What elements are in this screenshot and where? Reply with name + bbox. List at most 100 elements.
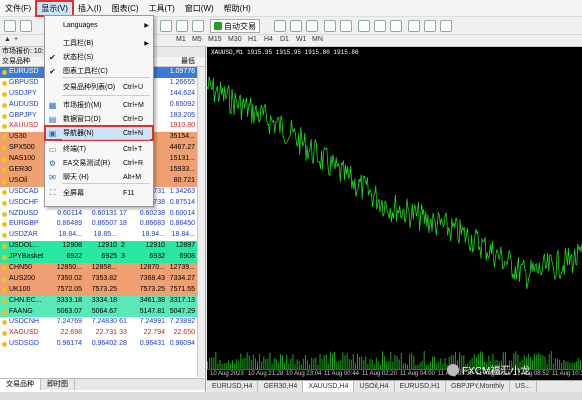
tester-icon: ⚙ xyxy=(48,158,57,168)
crosshair-tool-icon[interactable]: + xyxy=(14,36,18,43)
tile-icon[interactable] xyxy=(358,20,370,32)
volume-bar xyxy=(277,361,279,369)
market-watch-row[interactable]: CHN.EC... 3333.18 3334.18 3461.38 3317.13 xyxy=(0,295,205,307)
view-menu-item[interactable]: ✔ 图表工具栏(C) xyxy=(45,64,153,78)
market-watch-row[interactable]: EURGBP 0.86489 0.86507 18 0.86683 0.86450 xyxy=(0,219,205,230)
symbol-status-icon xyxy=(2,157,7,163)
cell-spread: 3 xyxy=(121,253,125,261)
cell-high: 12910 xyxy=(145,242,165,250)
view-menu-item[interactable]: ✔ 状态栏(S) xyxy=(45,50,153,64)
cell-bid: 5063.07 xyxy=(56,307,82,315)
time-axis-tick: 11 Aug 04:00 xyxy=(400,371,435,377)
tf-m15[interactable]: M15 xyxy=(208,36,222,43)
expert-icon[interactable] xyxy=(176,20,188,32)
bar-chart-icon[interactable] xyxy=(274,20,286,32)
volume-bar xyxy=(429,361,431,369)
symbol-name: USOil xyxy=(9,176,28,184)
menu-charts[interactable]: 图表(C) xyxy=(106,1,143,16)
cell-bid: 0.96174 xyxy=(56,340,82,348)
history-icon[interactable] xyxy=(192,20,204,32)
market-watch-row[interactable]: CHN50 12850... 12858... 12870... 12739... xyxy=(0,263,205,274)
view-menu-item[interactable]: 工具栏(B) ▶ xyxy=(45,36,153,50)
volume-bar xyxy=(396,356,398,369)
view-menu-item[interactable]: ▣ 导航器(N) Ctrl+N xyxy=(44,125,154,141)
folder-icon[interactable] xyxy=(160,20,172,32)
tf-h1[interactable]: H1 xyxy=(248,36,257,43)
symbol-name: CHN50 xyxy=(9,264,32,272)
menu-file[interactable]: 文件(F) xyxy=(0,1,36,16)
volume-bar xyxy=(238,360,240,369)
view-menu-item[interactable]: ▭ 终端(T) Ctrl+T xyxy=(45,142,153,156)
zoom-out-icon[interactable] xyxy=(340,20,352,32)
tf-m5[interactable]: M5 xyxy=(192,36,202,43)
tf-mn[interactable]: MN xyxy=(312,36,323,43)
market-watch-scrollbar[interactable] xyxy=(197,67,205,377)
periods-icon[interactable] xyxy=(424,20,436,32)
market-watch-row[interactable]: AUS200 7350.02 7353.82 7368.43 7334.27 xyxy=(0,273,205,285)
chart-tab[interactable]: USOil,H4 xyxy=(354,381,395,392)
new-order-icon[interactable] xyxy=(4,20,16,32)
indicators-icon[interactable] xyxy=(408,20,420,32)
tf-w1[interactable]: W1 xyxy=(296,36,307,43)
view-menu-item-label: 全屏幕 xyxy=(63,190,84,197)
tab-tick-chart[interactable]: 即时图 xyxy=(41,379,75,390)
market-watch-row[interactable]: XAGUSD 22.698 22.731 33 22.794 22.650 xyxy=(0,328,205,339)
zoom-in-icon[interactable] xyxy=(324,20,336,32)
cell-high: 12870... xyxy=(139,264,165,272)
view-menu-item[interactable]: ▤ 数据窗口(D) Ctrl+D xyxy=(45,112,153,126)
market-watch-row[interactable]: USDCNH 7.24769 7.24830 61 7.24991 7.23892 xyxy=(0,317,205,328)
price-chart[interactable]: XAUUSD,M1 1915.95 1915.95 1915.80 1915.8… xyxy=(207,47,582,380)
market-watch-row[interactable]: JPYBasket 6922 6925 3 6932 6908 xyxy=(0,252,205,264)
volume-bar xyxy=(565,361,567,369)
auto-trade-button[interactable]: 自动交易 xyxy=(210,19,260,33)
view-menu-item[interactable]: ⚙ EA交易测试(R) Ctrl+R xyxy=(45,156,153,170)
chart-tab[interactable]: US... xyxy=(510,381,537,392)
tf-m30[interactable]: M30 xyxy=(228,36,242,43)
view-menu-item[interactable]: ⛶ 全屏幕 F11 xyxy=(45,186,153,200)
auto-trade-icon xyxy=(214,22,222,30)
market-watch-row[interactable]: UK100 7572.05 7573.25 7573.25 7571.55 xyxy=(0,284,205,296)
market-watch-row[interactable]: USDZAR 18.84... 18.85... 18.94... 18.84... xyxy=(0,230,205,241)
crosshair-icon[interactable] xyxy=(20,20,32,32)
volume-bar xyxy=(344,355,346,369)
tf-d1[interactable]: D1 xyxy=(280,36,289,43)
time-axis-tick: 11 Aug 00:44 xyxy=(324,371,359,377)
menu-help[interactable]: 帮助(H) xyxy=(219,1,256,16)
autoscroll-icon[interactable] xyxy=(374,20,386,32)
col-low[interactable]: 最低 xyxy=(166,57,196,66)
tf-h4[interactable]: H4 xyxy=(264,36,273,43)
cell-low: 0.60014 xyxy=(169,209,195,217)
menu-insert[interactable]: 插入(I) xyxy=(73,1,107,16)
chart-tab[interactable]: GBPJPY,Monthly xyxy=(446,381,511,392)
market-watch-row[interactable]: USDSGD 0.96174 0.96402 28 0.96431 0.96094 xyxy=(0,339,205,350)
chart-tab[interactable]: EURUSD,H1 xyxy=(395,381,447,392)
view-menu-item[interactable]: ▦ 市场报价(M) Ctrl+M xyxy=(45,98,153,112)
volume-bar xyxy=(279,354,281,369)
candle-chart-icon[interactable] xyxy=(290,20,302,32)
chart-tabs: EURUSD,H4 GER30,H4 XAUUSD,H4 USOil,H4 EURUSD… xyxy=(207,380,582,392)
tab-symbols[interactable]: 交易品种 xyxy=(0,379,41,390)
tf-m1[interactable]: M1 xyxy=(176,36,186,43)
chart-tab[interactable]: XAUUSD,H4 xyxy=(303,381,355,392)
view-menu-item[interactable]: 交易品种列表(O) Ctrl+U xyxy=(45,80,153,94)
cursor-icon[interactable]: ▲ xyxy=(4,36,11,43)
market-watch-row[interactable]: NZDUSD 0.60114 0.60131 17 0.60238 0.60014 xyxy=(0,209,205,220)
symbol-status-icon xyxy=(2,113,7,119)
chart-tab[interactable]: GER30,H4 xyxy=(258,381,304,392)
menu-window[interactable]: 窗口(W) xyxy=(180,1,219,16)
volume-bar xyxy=(375,357,377,369)
cell-ask: 0.86507 xyxy=(91,220,117,228)
cell-high: 7368.43 xyxy=(139,274,165,282)
cell-bid: 7572.05 xyxy=(56,285,82,293)
menu-view[interactable]: 显示(V) xyxy=(35,0,74,17)
menu-tools[interactable]: 工具(T) xyxy=(144,1,180,16)
templates-icon[interactable] xyxy=(440,20,452,32)
chart-tab[interactable]: EURUSD,H4 xyxy=(207,381,259,392)
market-watch-row[interactable]: USDOL... 12908 12910 2 12910 12897 xyxy=(0,241,205,253)
volume-bar xyxy=(325,354,327,369)
shift-icon[interactable] xyxy=(390,20,402,32)
view-menu-item[interactable]: Languages ▶ xyxy=(45,18,153,32)
line-chart-icon[interactable] xyxy=(306,20,318,32)
market-watch-row[interactable]: FAANG 5063.07 5064.67 5147.81 5047.29 xyxy=(0,306,205,318)
view-menu-item[interactable]: ✉ 聊天 (H) Alt+M xyxy=(45,170,153,184)
